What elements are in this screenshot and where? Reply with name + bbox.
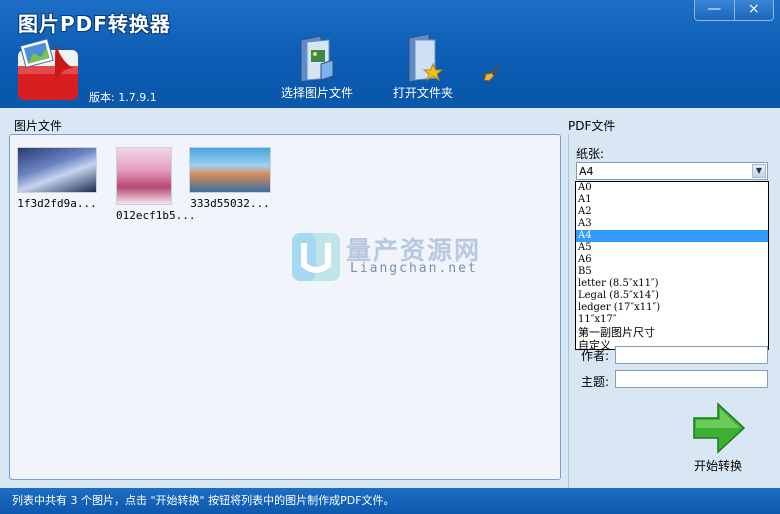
watermark-en-text: Liangchan.net (350, 261, 478, 276)
dropdown-option[interactable]: 11″x17″ (576, 314, 768, 326)
clear-broom-icon[interactable] (483, 66, 501, 85)
arrow-right-icon (693, 402, 746, 454)
window-controls: — × (694, 0, 774, 21)
open-folder-button[interactable]: 打开文件夹 (392, 33, 454, 101)
app-title: 图片PDF转换器 (18, 12, 171, 36)
start-convert-button[interactable]: 开始转换 (690, 402, 746, 474)
select-images-label: 选择图片文件 (280, 86, 353, 100)
author-label: 作者: (581, 349, 610, 363)
pdf-file-label: PDF文件 (568, 119, 616, 133)
file-name: 012ecf1b5... (116, 209, 196, 222)
select-images-button[interactable]: 选择图片文件 (280, 34, 354, 101)
minimize-button[interactable]: — (695, 0, 735, 20)
dropdown-option[interactable]: 第一副图片尺寸 (576, 326, 768, 339)
file-thumbnail (116, 147, 172, 205)
folder-star-icon (403, 33, 444, 84)
paper-size-value: A4 (579, 165, 594, 178)
dropdown-option[interactable]: A3 (576, 218, 768, 230)
status-bar: 列表中共有 3 个图片，点击 "开始转换" 按钮将列表中的图片制作成PDF文件。 (0, 488, 780, 514)
dropdown-option[interactable]: A6 (576, 254, 768, 266)
dropdown-option[interactable]: Legal (8.5″x14″) (576, 290, 768, 302)
images-folder-icon (297, 34, 337, 84)
start-convert-label: 开始转换 (693, 459, 742, 473)
dropdown-option[interactable]: A1 (576, 194, 768, 206)
close-button[interactable]: × (735, 0, 774, 20)
paper-size-dropdown[interactable]: A0 A1 A2 A3 A4 A5 A6 B5 letter (8.5″x11″… (575, 181, 769, 352)
file-item[interactable]: 1f3d2fd9a... (17, 147, 97, 210)
file-item[interactable]: 012ecf1b5... (116, 147, 195, 222)
image-file-list[interactable]: 1f3d2fd9a... 012ecf1b5... 333d55032... (9, 134, 561, 480)
subject-label: 主题: (581, 375, 610, 389)
dropdown-option[interactable]: B5 (576, 266, 768, 278)
paper-label: 纸张: (576, 147, 605, 161)
file-item[interactable]: 333d55032... (189, 147, 271, 210)
chevron-down-icon[interactable]: ▼ (752, 164, 766, 178)
file-name: 1f3d2fd9a... (17, 197, 97, 210)
dropdown-option[interactable]: letter (8.5″x11″) (576, 278, 768, 290)
dropdown-option[interactable]: ledger (17″x11″) (576, 302, 768, 314)
app-logo-icon (16, 38, 80, 102)
paper-size-select[interactable]: A4 ▼ (576, 162, 768, 180)
file-thumbnail (17, 147, 97, 193)
open-folder-label: 打开文件夹 (392, 86, 453, 100)
dropdown-option[interactable]: A2 (576, 206, 768, 218)
image-files-label: 图片文件 (14, 119, 63, 133)
file-name: 333d55032... (190, 197, 270, 210)
subject-input[interactable] (615, 370, 768, 388)
dropdown-option[interactable]: A0 (576, 182, 768, 194)
dropdown-option[interactable]: A5 (576, 242, 768, 254)
watermark-logo-icon (292, 233, 340, 281)
watermark: 量产资源网 Liangchan.net (290, 231, 560, 283)
author-input[interactable] (615, 346, 768, 364)
version-label: 版本: 1.7.9.1 (89, 91, 157, 104)
dropdown-option-selected[interactable]: A4 (576, 230, 768, 242)
file-thumbnail (189, 147, 271, 193)
